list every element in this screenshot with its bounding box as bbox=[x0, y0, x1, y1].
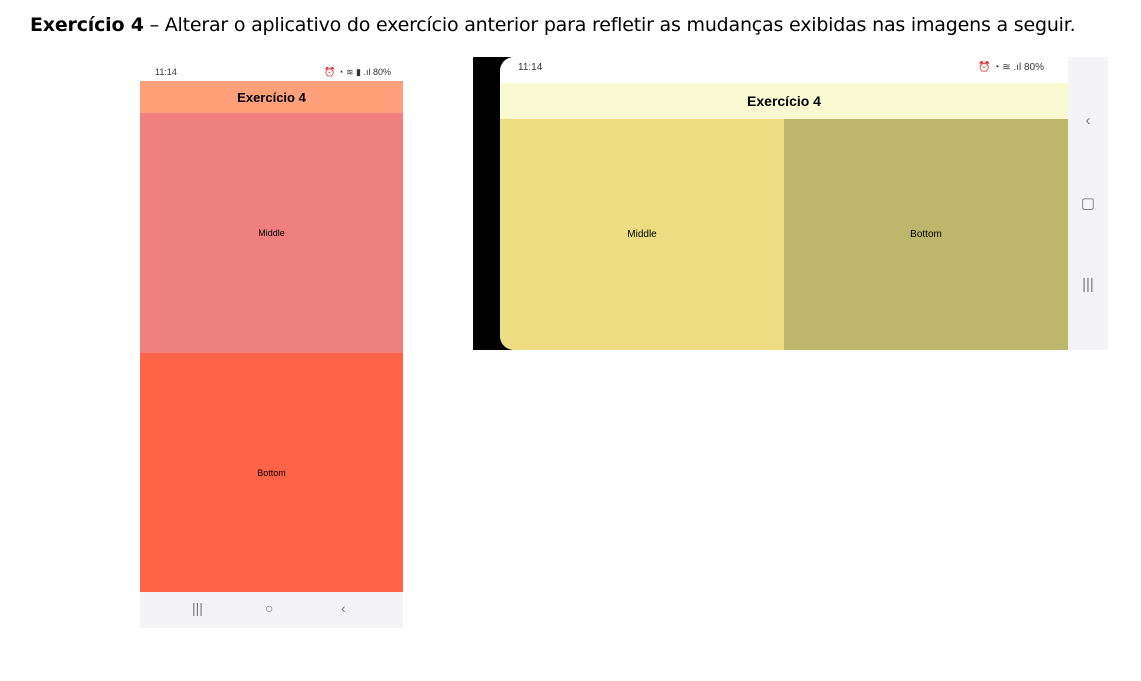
bottom-label: Bottom bbox=[910, 229, 942, 240]
bottom-label: Bottom bbox=[257, 467, 286, 478]
status-icons: ⏰ ◔ ≋ ▮ .ıl 80% bbox=[324, 67, 391, 77]
middle-label: Middle bbox=[258, 228, 285, 238]
back-icon[interactable]: ‹ bbox=[341, 600, 346, 616]
landscape-screenshot: 11:14 ⏰ ◔ ≋ .ıl 80% Exercício 4 Middle B… bbox=[473, 57, 1108, 350]
bottom-view: Bottom bbox=[140, 353, 403, 592]
status-bar: 11:14 ⏰ ◔ ≋ .ıl 80% bbox=[500, 57, 1068, 83]
navigation-bar: ‹ ▢ ||| bbox=[1068, 57, 1108, 350]
recents-icon[interactable]: ||| bbox=[1068, 276, 1108, 293]
app-bar: Exercício 4 bbox=[140, 81, 403, 113]
middle-view: Middle bbox=[500, 119, 784, 350]
portrait-screenshot: 11:14 ⏰ ◔ ≋ ▮ .ıl 80% Exercício 4 Middle… bbox=[140, 62, 403, 628]
app-title: Exercício 4 bbox=[747, 93, 821, 109]
middle-view: Middle bbox=[140, 113, 403, 353]
exercise-number: Exercício 4 bbox=[30, 14, 144, 36]
app-bar: Exercício 4 bbox=[500, 83, 1068, 119]
status-icons: ⏰ ◔ ≋ .ıl 80% bbox=[978, 62, 1044, 73]
status-time: 11:14 bbox=[155, 67, 177, 77]
status-bar: 11:14 ⏰ ◔ ≋ ▮ .ıl 80% bbox=[140, 62, 403, 81]
exercise-heading: Exercício 4 – Alterar o aplicativo do ex… bbox=[30, 14, 1076, 36]
recents-icon[interactable]: ||| bbox=[192, 600, 203, 616]
landscape-app-screen: 11:14 ⏰ ◔ ≋ .ıl 80% Exercício 4 Middle B… bbox=[500, 57, 1068, 350]
home-icon[interactable]: ▢ bbox=[1068, 194, 1108, 212]
exercise-instructions: – Alterar o aplicativo do exercício ante… bbox=[143, 14, 1076, 36]
navigation-bar: ||| ○ ‹ bbox=[140, 592, 403, 628]
status-time: 11:14 bbox=[518, 62, 543, 73]
bottom-view: Bottom bbox=[784, 119, 1068, 350]
middle-label: Middle bbox=[627, 229, 657, 240]
home-icon[interactable]: ○ bbox=[265, 600, 273, 616]
back-icon[interactable]: ‹ bbox=[1068, 112, 1108, 129]
app-title: Exercício 4 bbox=[237, 89, 306, 105]
